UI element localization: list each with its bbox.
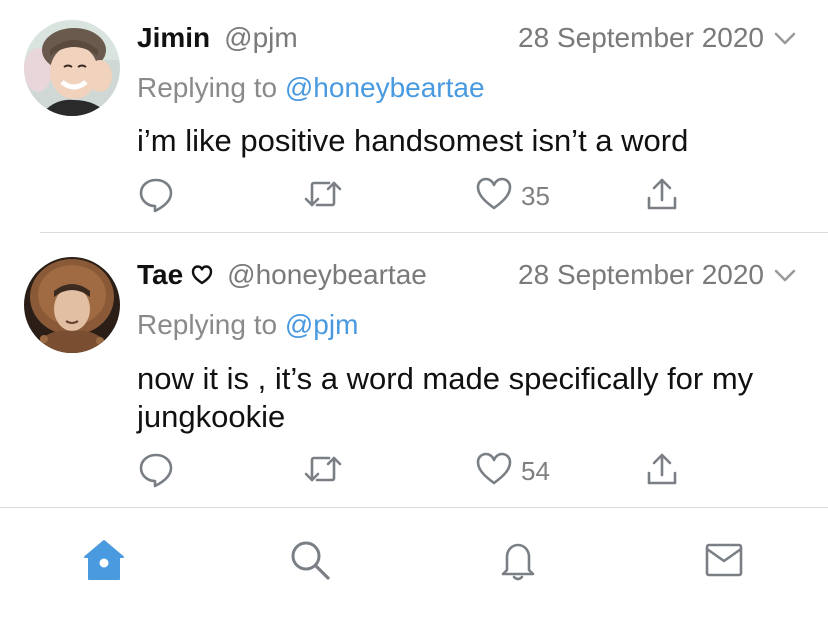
avatar[interactable] xyxy=(24,257,120,353)
tab-bar-divider xyxy=(0,507,828,508)
tab-messages[interactable] xyxy=(700,538,748,586)
replying-to-mention[interactable]: @pjm xyxy=(285,309,359,340)
avatar-photo xyxy=(24,20,120,116)
heart-outline-icon xyxy=(191,264,213,286)
like-button[interactable]: 35 xyxy=(475,176,550,216)
share-button[interactable] xyxy=(645,176,679,216)
heart-outline-icon xyxy=(475,451,513,492)
replying-to-label: Replying to xyxy=(137,72,285,103)
bell-icon xyxy=(495,537,541,588)
tweet-date: 28 September 2020 xyxy=(518,259,764,290)
share-upload-icon xyxy=(645,451,679,492)
tweet-header: Jimin @pjm 28 September 2020 xyxy=(137,18,798,58)
heart-outline-icon xyxy=(475,176,513,217)
reply-button[interactable] xyxy=(137,176,175,216)
speech-bubble-icon xyxy=(137,450,175,493)
retweet-button[interactable] xyxy=(303,176,343,216)
tweet-thread-screen: Jimin @pjm 28 September 2020 Replying to… xyxy=(0,0,828,619)
tweet-actions: 35 xyxy=(137,176,697,216)
display-name[interactable]: Jimin xyxy=(137,22,210,54)
username-handle[interactable]: @honeybeartae xyxy=(227,259,427,291)
tweet-text: i’m like positive handsomest isn’t a wor… xyxy=(137,123,689,158)
home-icon xyxy=(81,537,127,588)
retweet-button[interactable] xyxy=(303,451,343,491)
reply-button[interactable] xyxy=(137,451,175,491)
envelope-icon xyxy=(701,537,747,588)
share-button[interactable] xyxy=(645,451,679,491)
tweet-1[interactable]: Jimin @pjm 28 September 2020 Replying to… xyxy=(0,0,828,232)
replying-to-mention[interactable]: @honeybeartae xyxy=(285,72,485,103)
tweet-text: now it is , it’s a word made specificall… xyxy=(137,361,754,434)
tab-home[interactable] xyxy=(80,538,128,586)
like-count: 54 xyxy=(521,455,550,486)
avatar[interactable] xyxy=(24,20,120,116)
replying-to-line: Replying to @honeybeartae xyxy=(137,72,485,104)
tab-search[interactable] xyxy=(286,538,334,586)
like-count: 35 xyxy=(521,180,550,211)
tweet-header: Tae @honeybeartae 28 September 2020 xyxy=(137,255,798,295)
tweet-date: 28 September 2020 xyxy=(518,22,764,53)
retweet-arrows-icon xyxy=(303,450,343,493)
avatar-photo xyxy=(24,257,120,353)
display-name[interactable]: Tae xyxy=(137,259,183,291)
retweet-arrows-icon xyxy=(303,175,343,218)
replying-to-label: Replying to xyxy=(137,309,285,340)
like-button[interactable]: 54 xyxy=(475,451,550,491)
chevron-down-icon[interactable] xyxy=(772,262,798,288)
username-handle[interactable]: @pjm xyxy=(224,22,298,54)
share-upload-icon xyxy=(645,176,679,217)
search-icon xyxy=(287,537,333,588)
tweet-actions: 54 xyxy=(137,451,697,491)
chevron-down-icon[interactable] xyxy=(772,25,798,51)
tweet-2[interactable]: Tae @honeybeartae 28 September 2020 Repl… xyxy=(0,233,828,503)
replying-to-line: Replying to @pjm xyxy=(137,309,358,341)
tab-notifications[interactable] xyxy=(494,538,542,586)
speech-bubble-icon xyxy=(137,175,175,218)
